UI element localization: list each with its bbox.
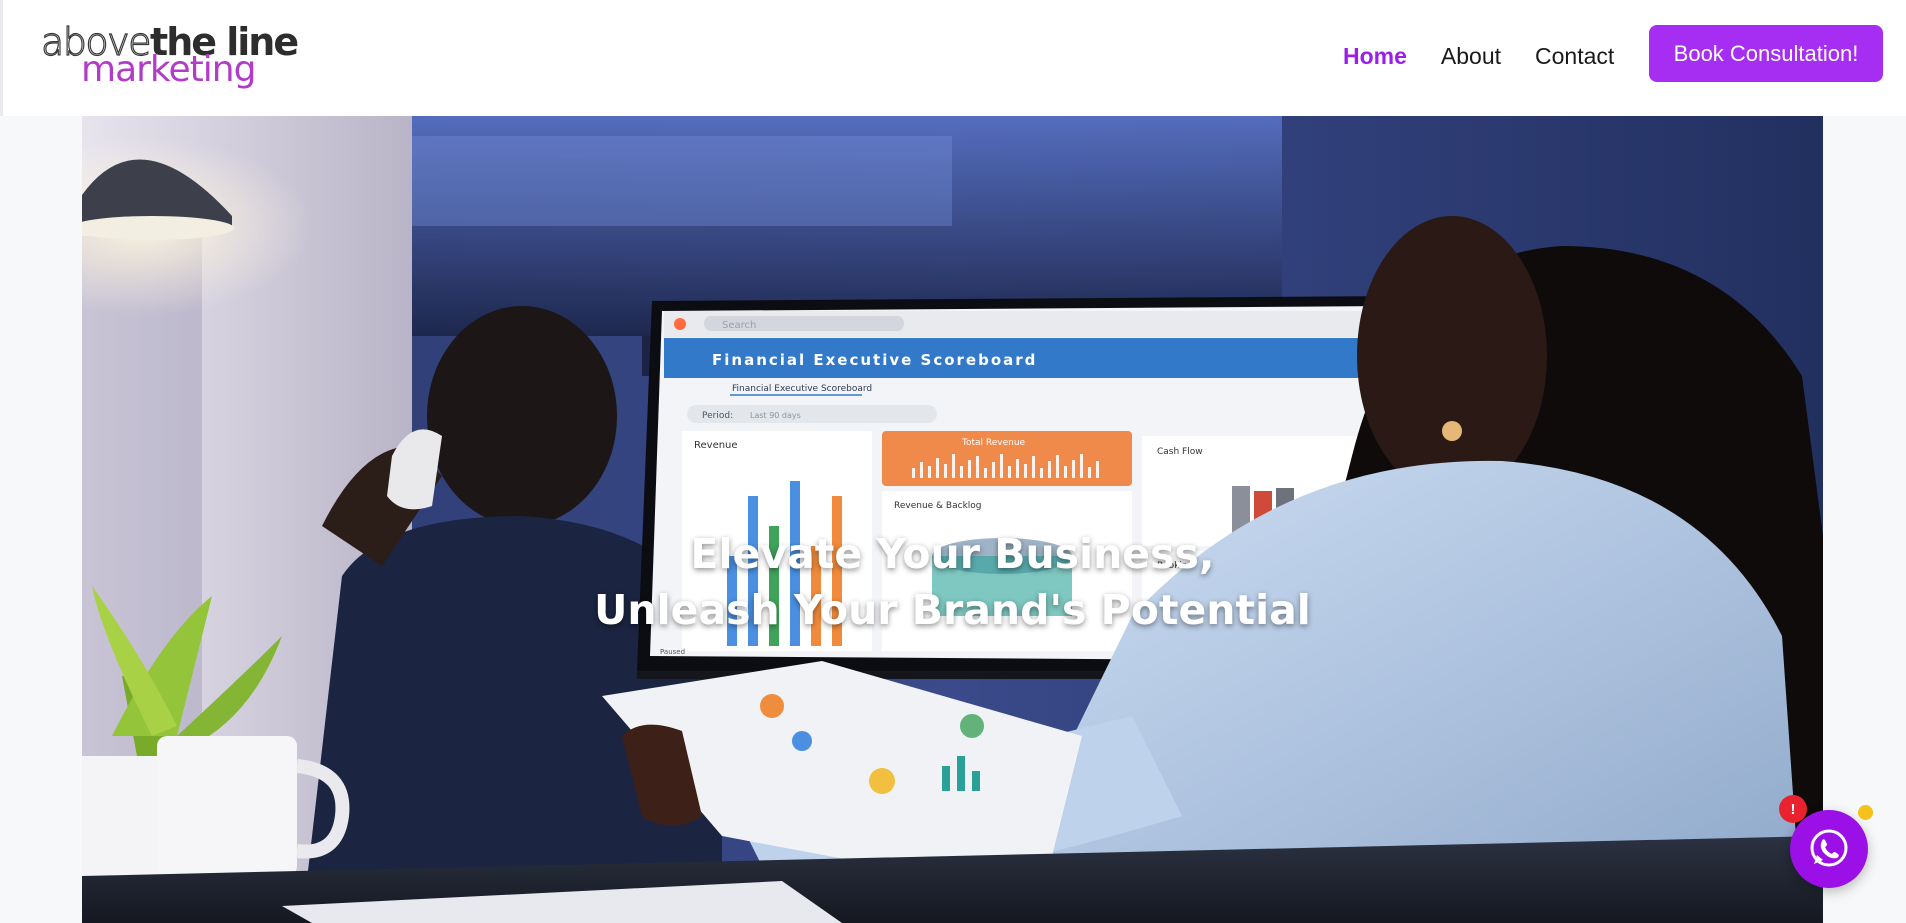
nav-contact-link[interactable]: Contact <box>1535 43 1614 70</box>
monitor-period-label: Period: <box>702 411 733 421</box>
nav-about-link[interactable]: About <box>1441 43 1501 70</box>
monitor-period-value: Last 90 days <box>750 411 801 420</box>
monitor-panel-total-revenue: Total Revenue <box>961 438 1026 448</box>
whatsapp-icon <box>1810 829 1848 867</box>
monitor-search-placeholder: Search <box>722 320 756 331</box>
hero-headline-line1: Elevate Your Business, <box>690 530 1215 578</box>
notification-badge: ! <box>1779 795 1807 823</box>
monitor-status-text: Paused <box>660 648 685 656</box>
main-nav: Home About Contact <box>1343 43 1648 70</box>
monitor-dashboard-tab: Financial Executive Scoreboard <box>732 384 872 394</box>
whatsapp-chat-button[interactable] <box>1790 810 1868 888</box>
monitor-panel-backlog: Revenue & Backlog <box>894 501 982 511</box>
hero-banner: Search Financial Executive Scoreboard Fi… <box>82 116 1823 923</box>
book-consultation-button[interactable]: Book Consultation! <box>1649 25 1883 82</box>
hero-background-image: Search Financial Executive Scoreboard Fi… <box>82 116 1823 923</box>
brand-logo[interactable]: abovethe line marketing <box>40 19 299 90</box>
hero-headline-line2: Unleash Your Brand's Potential <box>594 586 1311 634</box>
monitor-panel-revenue: Revenue <box>694 440 738 451</box>
site-header: abovethe line marketing Home About Conta… <box>0 0 1906 116</box>
nav-home-link[interactable]: Home <box>1343 43 1407 70</box>
monitor-dashboard-title: Financial Executive Scoreboard <box>712 351 1037 369</box>
monitor-panel-cashflow: Cash Flow <box>1157 447 1203 457</box>
status-dot <box>1858 805 1873 820</box>
hero-headline: Elevate Your Business, Unleash Your Bran… <box>82 526 1823 638</box>
logo-word-marketing: marketing <box>81 49 256 90</box>
